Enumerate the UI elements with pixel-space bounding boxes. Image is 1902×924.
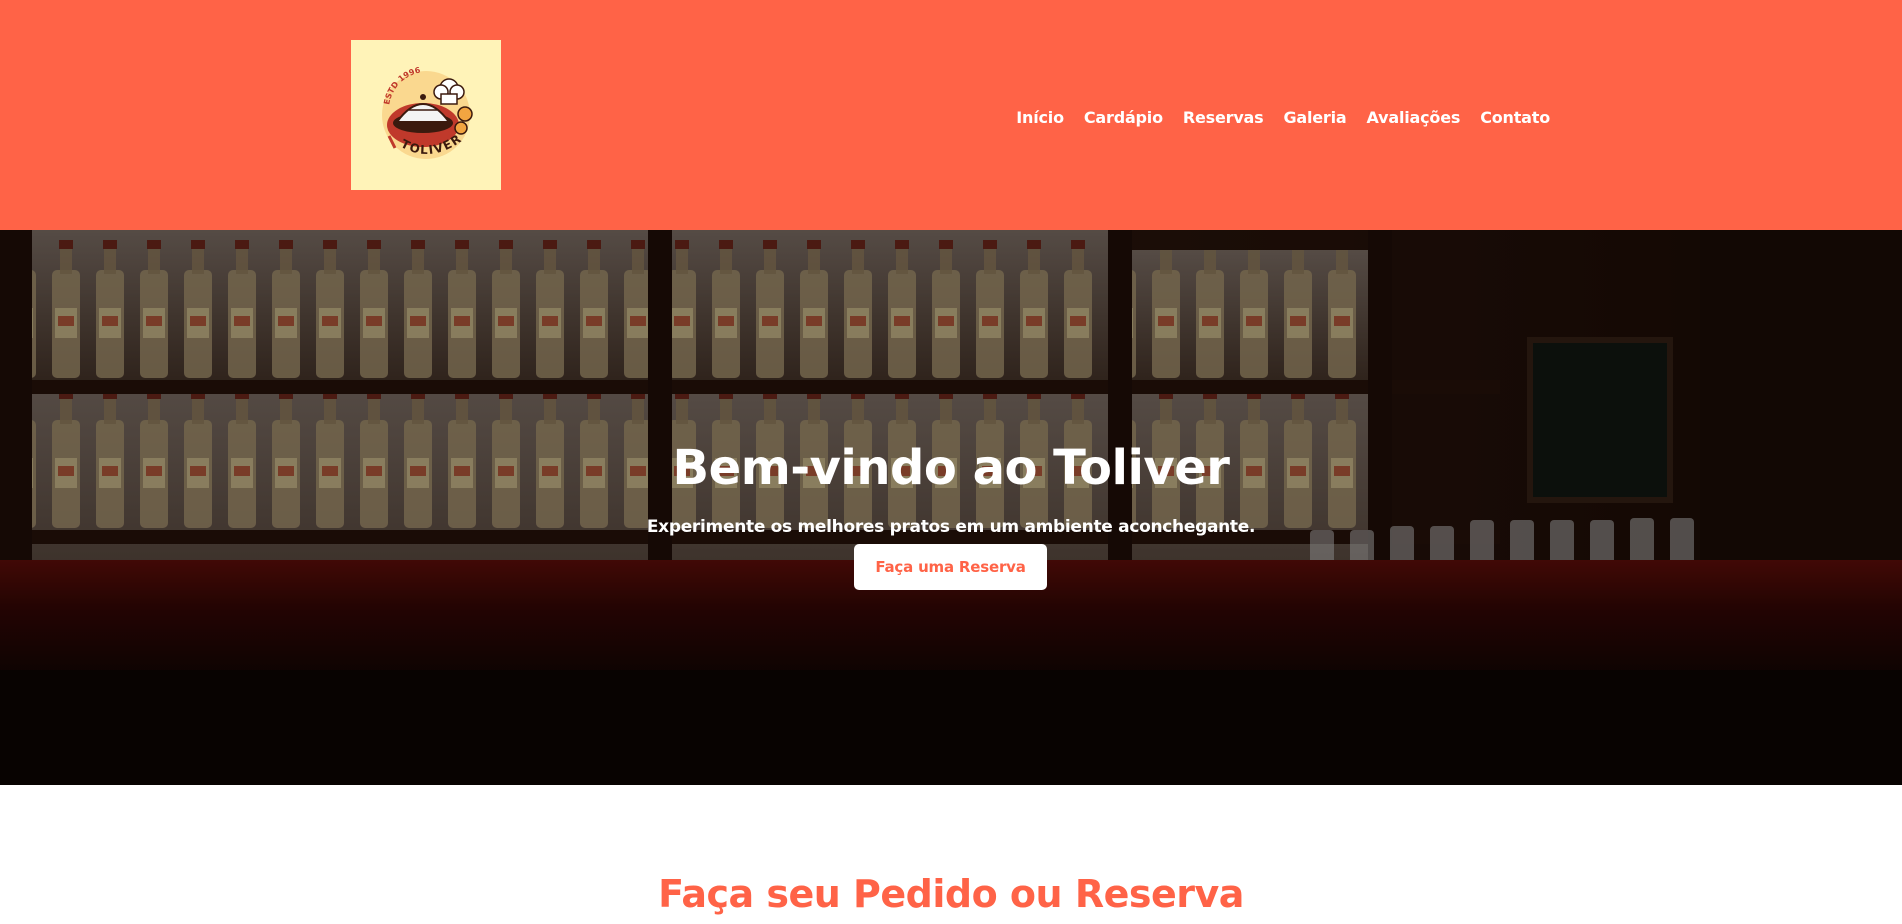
hero-subtitle: Experimente os melhores pratos em um amb… [646, 517, 1256, 537]
main-nav: Início Cardápio Reservas Galeria Avaliaç… [1016, 105, 1550, 129]
nav-link-avaliacoes[interactable]: Avaliações [1367, 108, 1461, 127]
nav-link-contato[interactable]: Contato [1480, 108, 1550, 127]
logo-emblem-icon: ESTD 1996 TOLIVER [382, 65, 473, 159]
hero-title: Bem-vindo ao Toliver [672, 440, 1230, 496]
order-section-title: Faça seu Pedido ou Reserva [658, 872, 1244, 916]
hero-banner: Bem-vindo ao Toliver Experimente os melh… [0, 230, 1902, 785]
nav-link-inicio[interactable]: Início [1016, 108, 1064, 127]
nav-link-reservas[interactable]: Reservas [1183, 108, 1264, 127]
hero-content: Bem-vindo ao Toliver Experimente os melh… [0, 230, 1902, 785]
reservation-button[interactable]: Faça uma Reserva [854, 544, 1047, 590]
site-header: ESTD 1996 TOLIVER Início Cardápio Reserv… [0, 0, 1902, 230]
nav-link-cardapio[interactable]: Cardápio [1084, 108, 1163, 127]
nav-link-galeria[interactable]: Galeria [1283, 108, 1346, 127]
toliver-logo[interactable]: ESTD 1996 TOLIVER [351, 40, 501, 190]
